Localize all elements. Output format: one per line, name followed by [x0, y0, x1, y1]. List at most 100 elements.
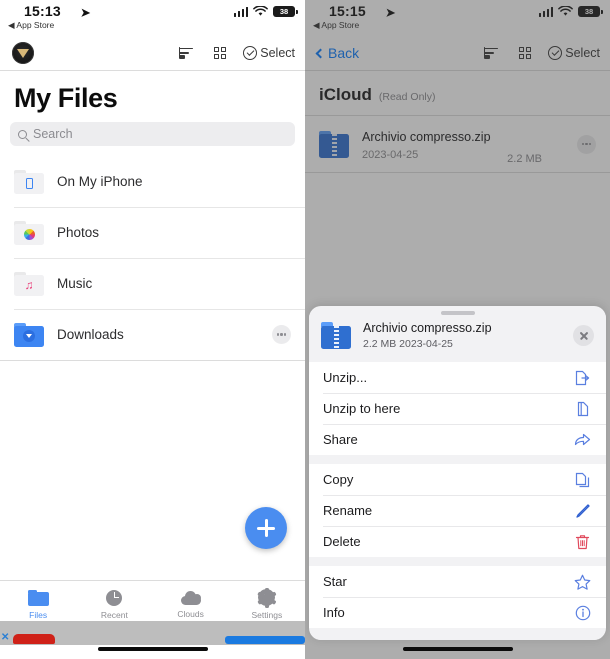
select-button[interactable]: Select [243, 46, 295, 60]
list-item[interactable]: Archivio compresso.zip 2023-04-25 2.2 MB [305, 116, 610, 172]
unzip-icon [573, 368, 592, 387]
pencil-icon [573, 501, 592, 520]
zip-file-icon [319, 130, 349, 158]
select-button-label: Select [260, 46, 295, 60]
back-button-label: Back [328, 45, 360, 61]
add-button[interactable] [245, 507, 287, 549]
page-title-note: (Read Only) [378, 91, 436, 103]
tab-clouds-label: Clouds [177, 608, 204, 619]
unzip-here-icon [573, 399, 592, 418]
left-panel-files-browser: 15:13 ➤ ◀ App Store 38 Select My Files S… [0, 0, 305, 659]
ad-red-shape[interactable] [13, 634, 55, 644]
close-icon[interactable] [573, 325, 594, 346]
copy-icon [573, 470, 592, 489]
grid-view-icon[interactable] [518, 46, 532, 60]
menu-item-rename[interactable]: Rename [309, 495, 606, 526]
battery-icon: 38 [273, 6, 298, 17]
menu-item-label: Copy [323, 472, 354, 487]
folder-music-icon: ♫ [14, 271, 44, 296]
file-name: Archivio compresso.zip [362, 129, 491, 144]
page-title-text: iCloud [319, 85, 372, 104]
chevron-left-icon [315, 48, 326, 58]
menu-item-label: Unzip to here [323, 401, 401, 416]
menu-item-label: Rename [323, 503, 373, 518]
ad-overlay-bar: ✕ [0, 621, 305, 645]
search-icon [18, 129, 27, 139]
right-navbar: Back Select [305, 36, 610, 70]
sort-icon[interactable] [178, 46, 197, 60]
tab-settings[interactable]: Settings [229, 587, 305, 620]
tab-clouds[interactable]: Clouds [153, 590, 229, 619]
menu-item-unzip[interactable]: Unzip... [309, 362, 606, 393]
more-options-button[interactable] [272, 325, 291, 344]
tab-files-label: Files [29, 609, 48, 620]
status-time: 15:13 [24, 3, 61, 19]
files-icon [27, 589, 49, 606]
menu-item-unzip-to-here[interactable]: Unzip to here [309, 393, 606, 424]
dual-screenshot: 15:13 ➤ ◀ App Store 38 Select My Files S… [0, 0, 610, 659]
tab-files[interactable]: Files [0, 589, 76, 620]
gear-icon [257, 587, 277, 608]
menu-item-delete[interactable]: Delete [309, 526, 606, 557]
menu-item-label: Share [323, 432, 358, 447]
ad-blue-shape [225, 636, 305, 644]
list-item[interactable]: Photos [0, 207, 305, 258]
action-sheet-file-details: 2.2 MB 2023-04-25 [363, 338, 453, 350]
action-sheet-file-name: Archivio compresso.zip [363, 321, 492, 335]
sheet-bottom-pad [309, 637, 606, 640]
check-circle-icon [548, 46, 563, 60]
menu-item-share[interactable]: Share [309, 424, 606, 455]
menu-item-copy[interactable]: Copy [309, 464, 606, 495]
list-bottom-divider [0, 360, 305, 361]
grid-view-icon[interactable] [213, 46, 227, 60]
tab-recent[interactable]: Recent [76, 589, 152, 620]
check-circle-icon [243, 46, 258, 60]
search-placeholder: Search [33, 127, 73, 141]
file-list: On My iPhone Photos ♫ Music Downloads [0, 156, 305, 361]
cellular-bars-icon [538, 6, 553, 17]
right-panel-icloud-actions: 15:15 ➤ ◀ App Store 38 Back Select iClou… [305, 0, 610, 659]
info-icon [573, 603, 592, 622]
battery-icon: 38 [578, 6, 603, 17]
menu-item-star[interactable]: Star [309, 566, 606, 597]
status-back-app-label[interactable]: ◀ App Store [8, 20, 54, 31]
page-title: My Files [14, 83, 118, 113]
cloud-icon [180, 590, 201, 605]
status-indicators: 38 [538, 6, 603, 17]
more-options-button[interactable] [577, 134, 596, 154]
list-item-label: Music [57, 276, 93, 291]
file-meta: Archivio compresso.zip 2023-04-25 [362, 128, 494, 161]
menu-item-label: Info [323, 605, 345, 620]
left-navbar: Select [0, 36, 305, 70]
action-group-2: Copy Rename Delete [309, 464, 606, 557]
action-sheet-file-meta: Archivio compresso.zip 2.2 MB 2023-04-25 [363, 321, 561, 350]
home-indicator [402, 646, 513, 651]
user-avatar-icon[interactable] [12, 42, 34, 64]
tab-recent-label: Recent [100, 609, 128, 620]
list-item[interactable]: ♫ Music [0, 258, 305, 309]
list-item[interactable]: Downloads [0, 309, 305, 360]
status-time: 15:15 [329, 3, 366, 19]
list-item-label: Downloads [57, 327, 124, 342]
tab-settings-label: Settings [251, 610, 283, 620]
location-arrow-icon: ➤ [384, 4, 397, 21]
back-button[interactable]: Back [315, 45, 360, 61]
status-back-app-label[interactable]: ◀ App Store [313, 20, 359, 31]
select-button-label: Select [565, 46, 600, 60]
file-date: 2023-04-25 [362, 148, 419, 161]
close-icon[interactable]: ✕ [1, 633, 9, 643]
clock-icon [106, 589, 123, 606]
select-button[interactable]: Select [548, 46, 600, 60]
folder-downloads-icon [14, 322, 44, 347]
menu-item-label: Star [323, 574, 347, 589]
folder-photos-icon [14, 220, 44, 245]
menu-item-label: Unzip... [323, 370, 368, 385]
list-item-label: On My iPhone [57, 174, 143, 189]
sort-icon[interactable] [483, 46, 502, 60]
page-title: iCloud (Read Only) [305, 71, 610, 115]
search-input[interactable]: Search [10, 122, 295, 146]
list-item[interactable]: On My iPhone [0, 156, 305, 207]
menu-item-info[interactable]: Info [309, 597, 606, 628]
folder-iphone-icon [14, 169, 44, 194]
location-arrow-icon: ➤ [79, 4, 92, 21]
